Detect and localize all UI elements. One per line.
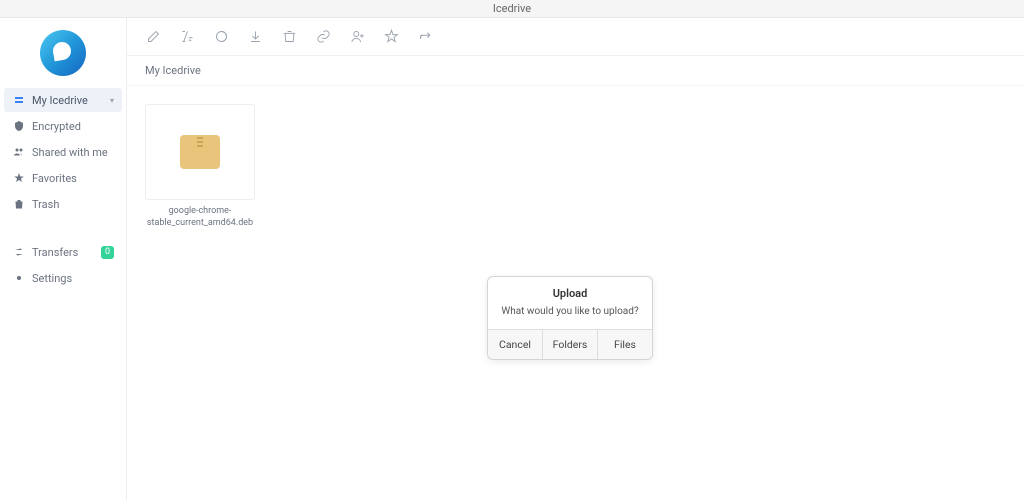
file-thumbnail (145, 104, 255, 200)
link-icon[interactable] (315, 29, 331, 45)
star-icon (12, 171, 26, 185)
sidebar-item-favorites[interactable]: Favorites (4, 166, 122, 190)
folders-button[interactable]: Folders (542, 330, 597, 359)
color-icon[interactable] (213, 29, 229, 45)
dialog-message: What would you like to upload? (496, 306, 644, 317)
sidebar-item-settings[interactable]: Settings (4, 266, 122, 290)
sidebar-item-label: Shared with me (32, 146, 108, 159)
sidebar: My Icedrive ▾ Encrypted Shared with me F… (0, 18, 127, 500)
transfers-badge: 0 (101, 246, 114, 259)
delete-icon[interactable] (281, 29, 297, 45)
favorite-icon[interactable] (383, 29, 399, 45)
file-grid: google-chrome-stable_current_amd64.deb U… (127, 86, 1024, 500)
transfers-icon (12, 245, 26, 259)
sidebar-item-label: Encrypted (32, 120, 81, 133)
share-icon[interactable] (417, 29, 433, 45)
cancel-button[interactable]: Cancel (488, 330, 542, 359)
chevron-down-icon: ▾ (110, 96, 114, 105)
files-button[interactable]: Files (597, 330, 652, 359)
sidebar-item-my-icedrive[interactable]: My Icedrive ▾ (4, 88, 122, 112)
rename-icon[interactable] (179, 29, 195, 45)
dialog-title: Upload (496, 287, 644, 300)
app-logo-icon (40, 30, 86, 76)
sidebar-item-transfers[interactable]: Transfers 0 (4, 240, 122, 264)
drive-icon (12, 93, 26, 107)
main-area: My Icedrive google-chrome-stable_current… (127, 18, 1024, 500)
logo-area (0, 18, 126, 88)
sidebar-item-label: Favorites (32, 172, 77, 185)
sidebar-item-label: Settings (32, 272, 72, 285)
toolbar (127, 18, 1024, 56)
gear-icon (12, 271, 26, 285)
trash-icon (12, 197, 26, 211)
breadcrumb[interactable]: My Icedrive (127, 56, 1024, 86)
sidebar-item-encrypted[interactable]: Encrypted (4, 114, 122, 138)
sidebar-item-label: My Icedrive (32, 94, 88, 107)
sidebar-item-trash[interactable]: Trash (4, 192, 122, 216)
add-user-icon[interactable] (349, 29, 365, 45)
sidebar-item-label: Transfers (32, 246, 78, 259)
window-title: Icedrive (493, 2, 531, 15)
shield-icon (12, 119, 26, 133)
edit-icon[interactable] (145, 29, 161, 45)
upload-dialog: Upload What would you like to upload? Ca… (487, 276, 653, 360)
file-name-label: google-chrome-stable_current_amd64.deb (145, 206, 255, 229)
breadcrumb-path: My Icedrive (145, 64, 201, 77)
window-titlebar: Icedrive (0, 0, 1024, 18)
sidebar-nav: My Icedrive ▾ Encrypted Shared with me F… (0, 88, 126, 292)
archive-icon (180, 135, 220, 169)
people-icon (12, 145, 26, 159)
sidebar-item-label: Trash (32, 198, 59, 211)
dialog-button-row: Cancel Folders Files (488, 329, 652, 359)
file-item[interactable]: google-chrome-stable_current_amd64.deb (145, 104, 255, 229)
download-icon[interactable] (247, 29, 263, 45)
sidebar-item-shared[interactable]: Shared with me (4, 140, 122, 164)
